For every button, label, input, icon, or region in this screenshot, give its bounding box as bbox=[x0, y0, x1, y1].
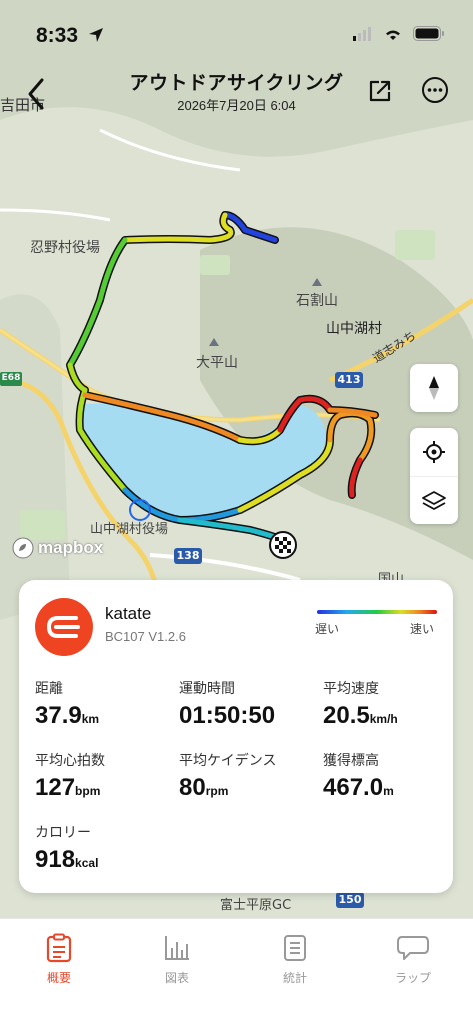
clipboard-icon bbox=[46, 933, 72, 963]
speech-bubble-icon bbox=[397, 936, 429, 960]
tab-stats[interactable]: 統計 bbox=[255, 933, 335, 986]
stat-label: 距離 bbox=[35, 681, 63, 697]
stat-avg-heart-rate: 平均心拍数 127bpm bbox=[35, 750, 105, 802]
more-options-button[interactable] bbox=[421, 76, 449, 104]
tab-label: 図表 bbox=[164, 971, 189, 985]
stat-value: 37.9 bbox=[35, 702, 82, 729]
stat-label: 獲得標高 bbox=[323, 753, 379, 769]
wifi-icon bbox=[386, 30, 400, 40]
layers-icon bbox=[422, 490, 446, 510]
tab-charts[interactable]: 図表 bbox=[137, 933, 217, 986]
stat-unit: km/h bbox=[369, 712, 398, 726]
page-title: アウトドアサイクリング bbox=[129, 73, 344, 94]
device-model: BC107 V1.2.6 bbox=[105, 629, 186, 644]
stat-label: 運動時間 bbox=[179, 681, 235, 697]
map-label-yamanakako-office: 山中湖村役場 bbox=[90, 522, 169, 537]
signal-icon bbox=[353, 26, 371, 41]
stat-unit: bpm bbox=[75, 784, 101, 798]
stat-distance: 距離 37.9km bbox=[35, 678, 99, 730]
status-icons bbox=[353, 26, 445, 41]
route-shield-138: 138 bbox=[176, 549, 200, 562]
legend-slow-label: 遅い bbox=[315, 622, 340, 636]
stat-value: 467.0 bbox=[323, 774, 384, 801]
list-document-icon bbox=[284, 935, 306, 961]
brand-logo-icon bbox=[46, 616, 80, 638]
stat-avg-speed: 平均速度 20.5km/h bbox=[323, 678, 398, 730]
stat-value: 918 bbox=[35, 846, 76, 873]
device-name: katate bbox=[105, 604, 152, 623]
map-label-yamanakako: 山中湖村 bbox=[326, 321, 382, 337]
stat-label: 平均心拍数 bbox=[35, 753, 105, 769]
compass-button[interactable] bbox=[410, 364, 458, 412]
chart-icon bbox=[165, 936, 189, 960]
speed-legend-bar bbox=[317, 610, 437, 614]
tab-laps[interactable]: ラップ bbox=[373, 933, 453, 986]
locate-button[interactable] bbox=[410, 428, 458, 476]
stat-unit: m bbox=[383, 784, 394, 798]
route-shield-413: 413 bbox=[337, 373, 361, 386]
finish-flag-icon bbox=[269, 531, 297, 559]
mapbox-label: mapbox bbox=[38, 538, 104, 557]
map-label-fuji-heigen: 富士平原GC bbox=[220, 898, 292, 913]
compass-icon bbox=[429, 376, 439, 400]
status-time: 8:33 bbox=[36, 24, 79, 47]
target-icon bbox=[423, 441, 445, 463]
map-label-oshino: 忍野村役場 bbox=[30, 240, 100, 256]
bottom-nav: 概要 図表 統計 ラップ bbox=[0, 918, 473, 1024]
stat-unit: kcal bbox=[75, 856, 99, 870]
stat-unit: rpm bbox=[205, 784, 229, 798]
page-subtitle: 2026年7月20日 6:04 bbox=[177, 98, 296, 113]
layers-button[interactable] bbox=[410, 476, 458, 524]
map-label-ohira: 大平山 bbox=[196, 355, 238, 371]
tab-label: ラップ bbox=[394, 971, 431, 985]
back-button[interactable] bbox=[22, 74, 52, 114]
mapbox-logo-icon bbox=[12, 537, 34, 559]
route-shield-e68: E68 bbox=[1, 373, 21, 383]
location-arrow-icon bbox=[89, 28, 103, 42]
stat-duration: 運動時間 01:50:50 bbox=[179, 678, 275, 730]
device-logo bbox=[35, 598, 93, 656]
stat-label: 平均速度 bbox=[323, 681, 379, 697]
stat-value: 20.5 bbox=[323, 702, 370, 729]
stat-label: カロリー bbox=[35, 825, 91, 841]
stat-calories: カロリー 918kcal bbox=[35, 822, 98, 874]
stat-value: 01:50:50 bbox=[179, 702, 276, 729]
header: アウトドアサイクリング 2026年7月20日 6:04 bbox=[0, 62, 473, 122]
stat-unit: km bbox=[81, 712, 100, 726]
route-shield-150: 150 bbox=[338, 893, 362, 906]
stat-value: 80 bbox=[179, 774, 206, 801]
tab-label: 統計 bbox=[282, 971, 307, 985]
summary-card: katate BC107 V1.2.6 遅い 速い 距離 37.9km 運動時間… bbox=[19, 580, 453, 893]
map-label-ishiwari: 石割山 bbox=[296, 293, 338, 309]
tab-label: 概要 bbox=[46, 971, 71, 985]
share-button[interactable] bbox=[365, 76, 395, 106]
legend-fast-label: 速い bbox=[410, 622, 435, 636]
tab-overview[interactable]: 概要 bbox=[19, 933, 99, 986]
map-control-group bbox=[410, 428, 458, 524]
mapbox-attribution[interactable]: mapbox bbox=[12, 537, 103, 559]
stat-avg-cadence: 平均ケイデンス 80rpm bbox=[179, 750, 276, 802]
stat-label: 平均ケイデンス bbox=[179, 753, 277, 769]
stat-elevation-gain: 獲得標高 467.0m bbox=[323, 750, 394, 802]
stat-value: 127 bbox=[35, 774, 76, 801]
battery-icon bbox=[413, 26, 444, 41]
